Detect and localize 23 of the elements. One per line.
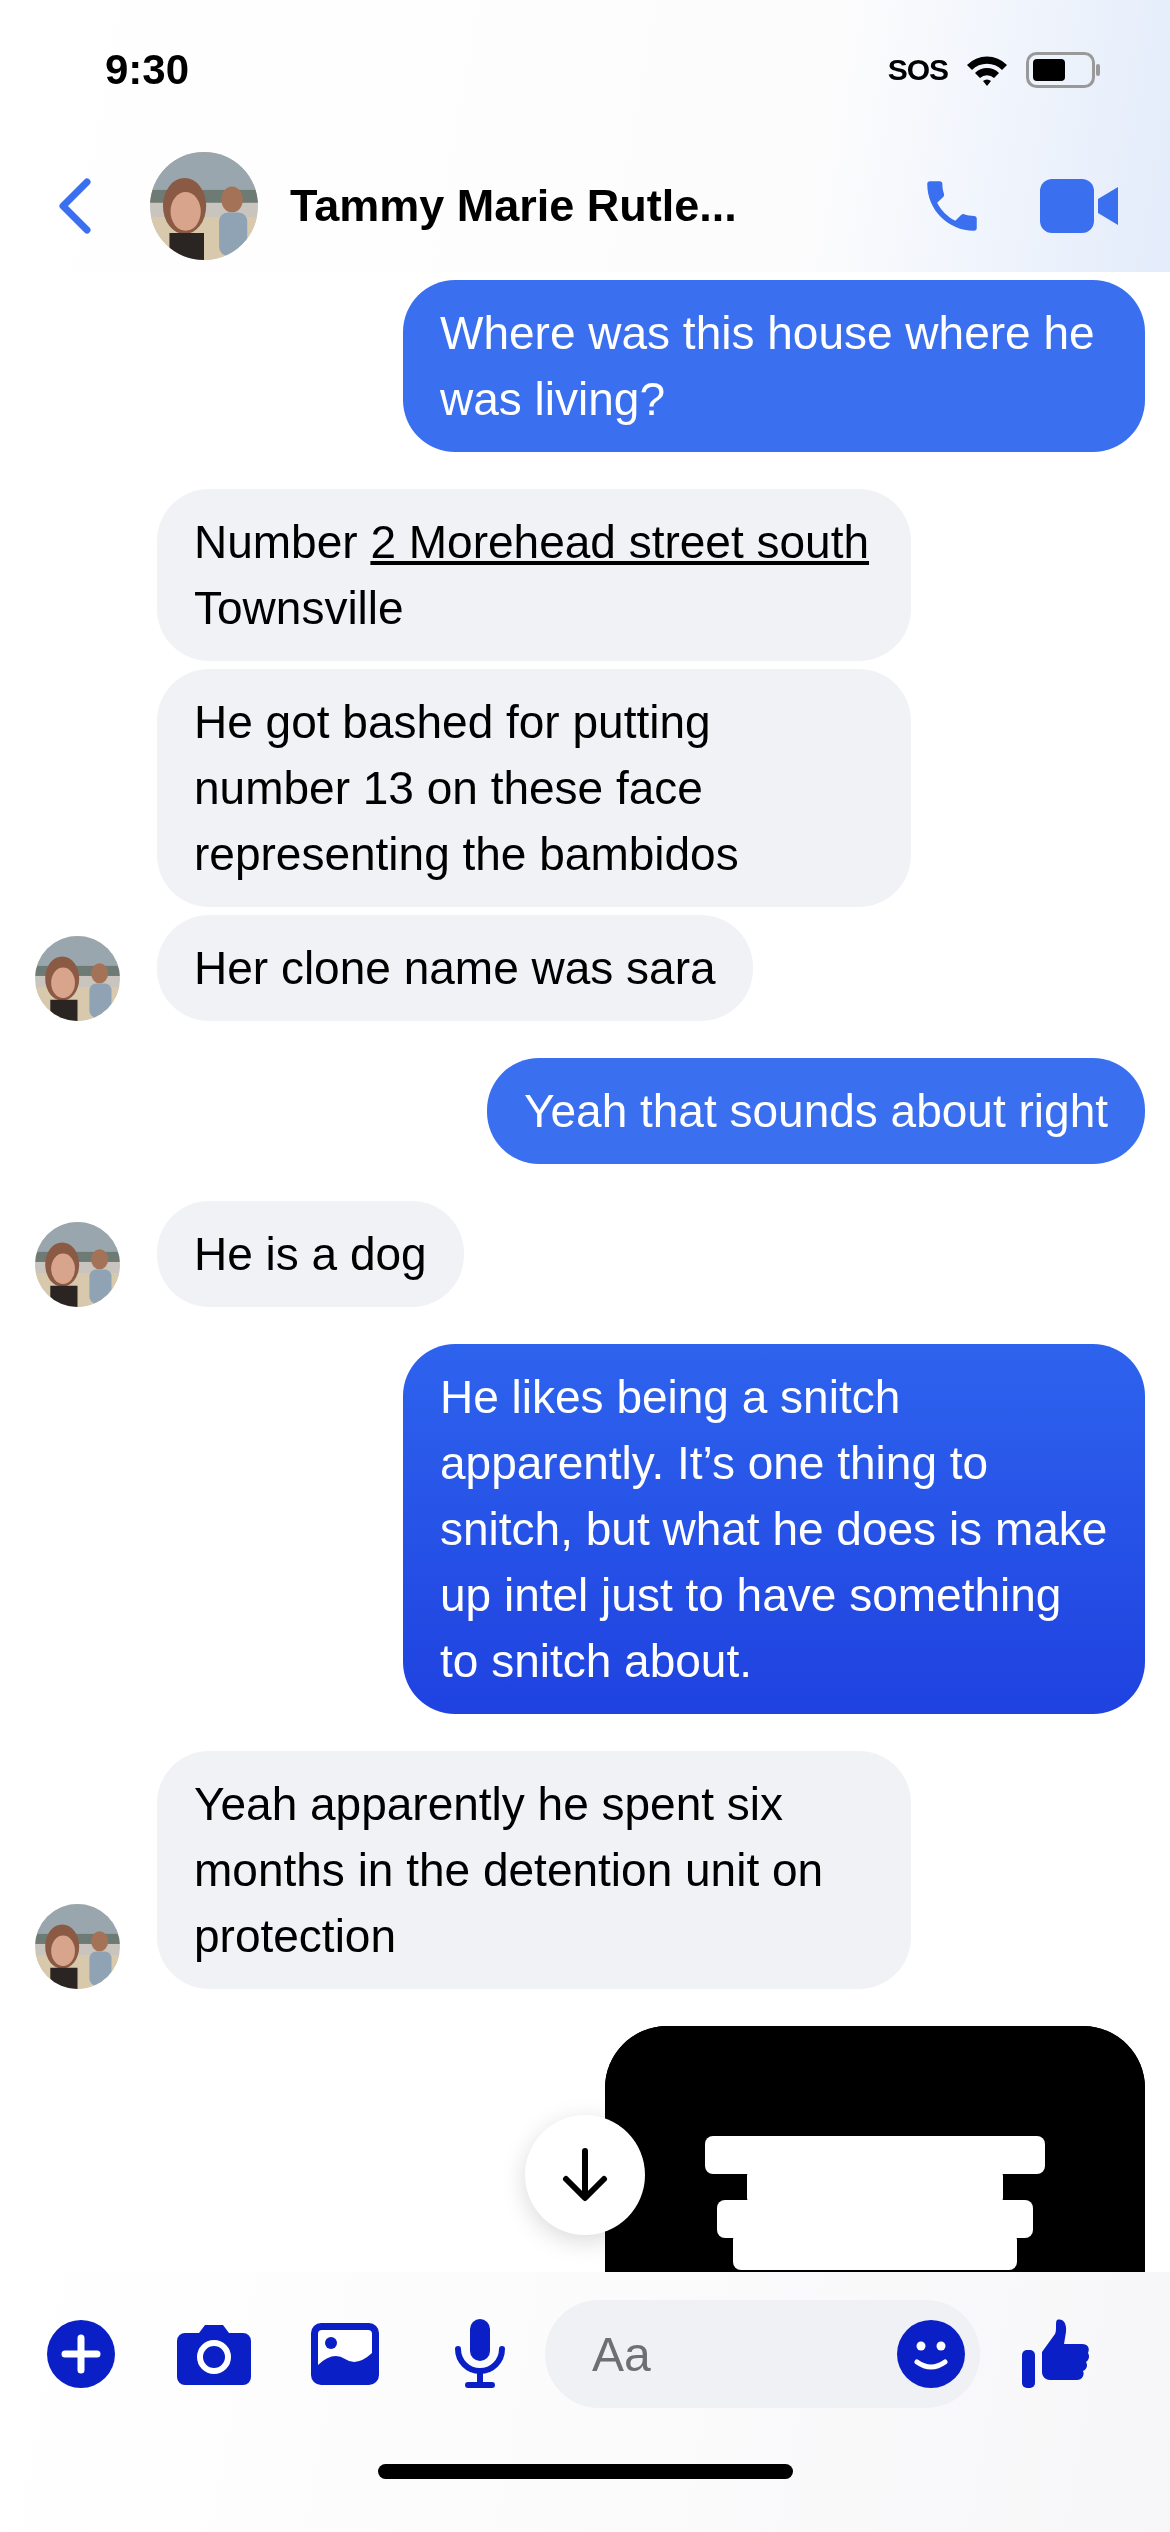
video-call-button[interactable] — [1040, 179, 1120, 233]
message-bubble: Yeah apparently he spent six months in the detention unit on protection — [157, 1751, 911, 1989]
message-bubble: Number 2 Morehead street south Townsville — [157, 489, 911, 661]
status-time: 9:30 — [105, 46, 190, 94]
microphone-button[interactable] — [453, 2319, 507, 2389]
battery-icon — [1026, 52, 1100, 88]
camera-button[interactable] — [177, 2323, 251, 2385]
message-bubble: Her clone name was sara — [157, 915, 753, 1021]
message-bubble: He got bashed for putting number 13 on these face representing the bambidos — [157, 669, 911, 907]
message-bubble: He likes being a snitch apparently. It’s one thing to snitch, but what he does is make up intel just to have something to snitch about. — [403, 1344, 1145, 1714]
text-input[interactable]: Aa — [590, 2325, 897, 2383]
down-arrow-icon — [560, 2147, 610, 2203]
message-bubble: Where was this house where he was living? — [403, 280, 1145, 452]
message-bubble: He is a dog — [157, 1201, 464, 1307]
message-bubble: Yeah that sounds about right — [487, 1058, 1145, 1164]
contact-name[interactable]: Tammy Marie Rutle... — [290, 180, 919, 232]
like-button[interactable] — [1022, 2318, 1090, 2390]
gallery-button[interactable] — [311, 2323, 379, 2385]
network-status: SOS — [887, 53, 948, 87]
address-link[interactable]: 2 Morehead street south — [370, 516, 870, 568]
message-input-field[interactable]: Aa — [545, 2300, 980, 2408]
add-button[interactable] — [47, 2320, 115, 2388]
emoji-button[interactable] — [897, 2320, 965, 2388]
